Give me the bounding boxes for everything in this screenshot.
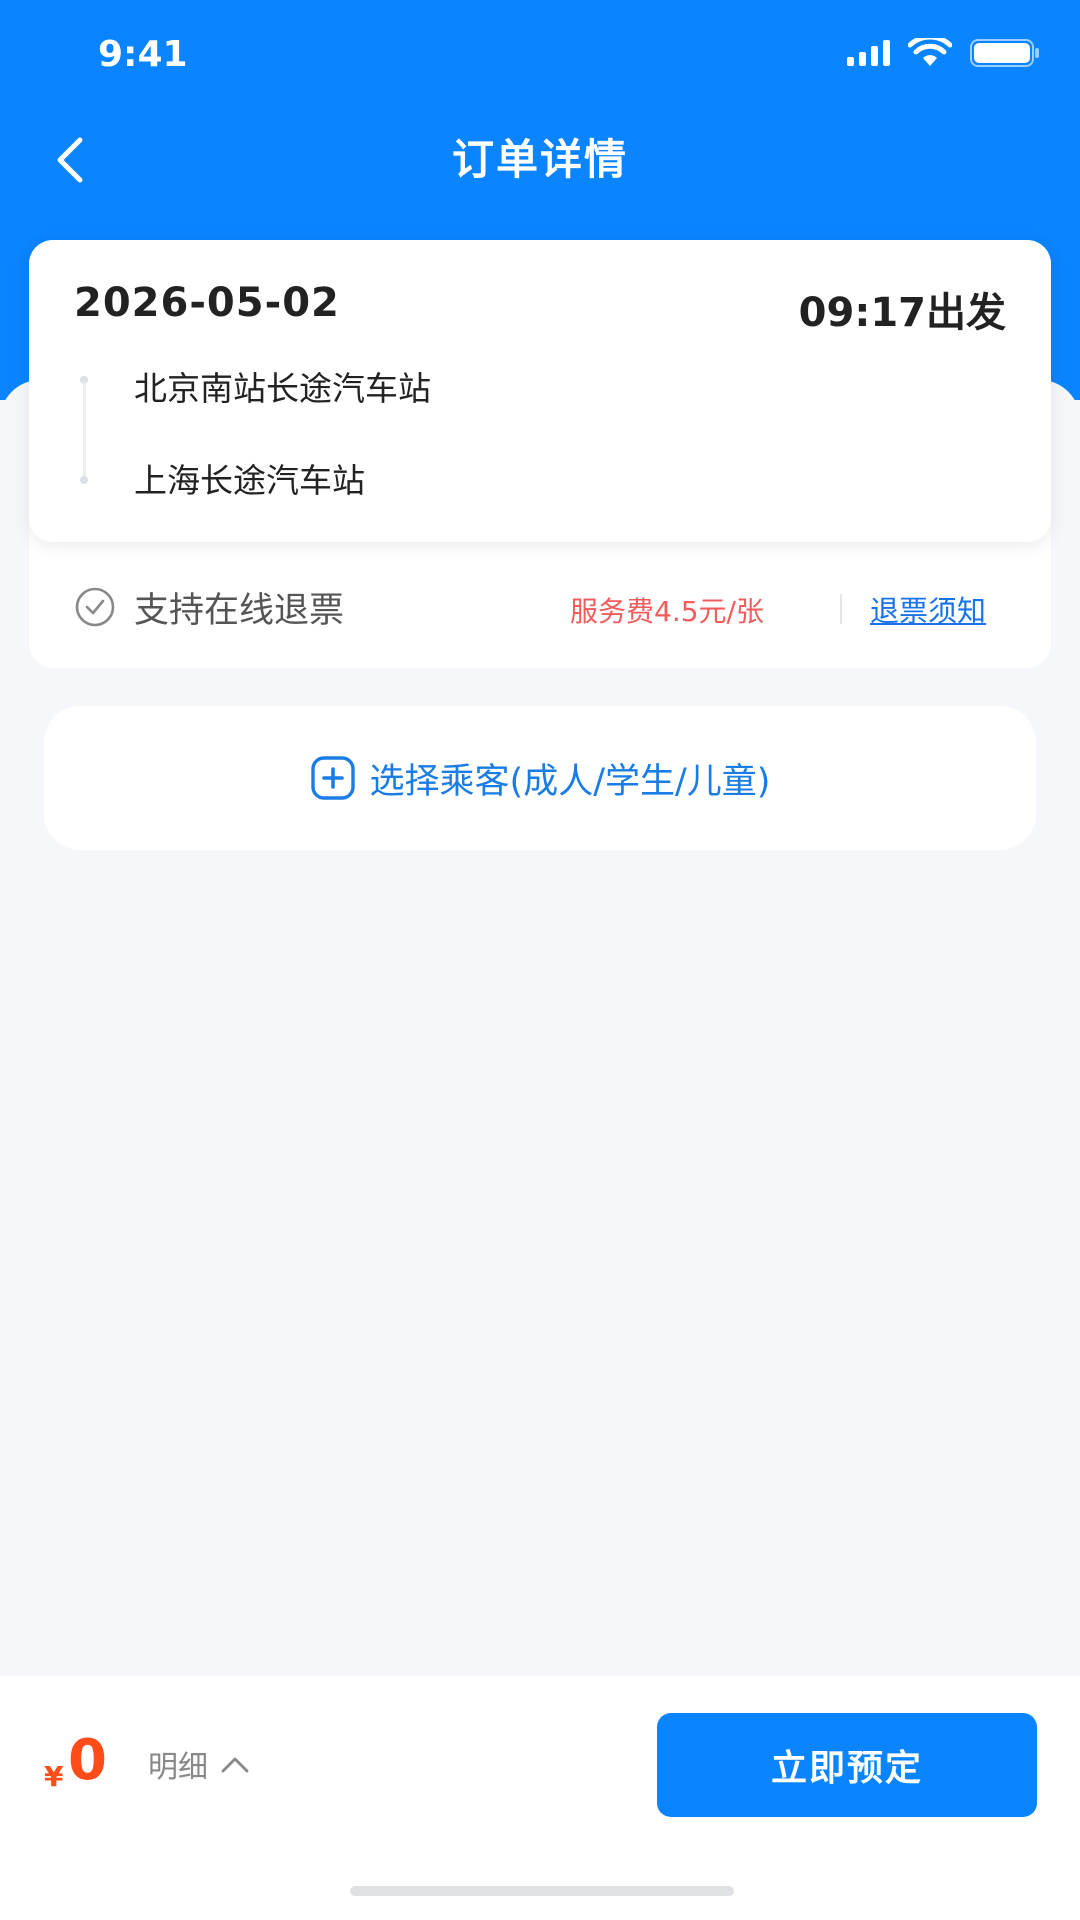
status-time: 9:41 — [98, 34, 188, 75]
detail-label: 明细 — [148, 1750, 208, 1785]
status-icons — [847, 38, 1040, 68]
arrival-station: 上海长途汽车站 — [134, 461, 365, 500]
home-indicator — [350, 1886, 734, 1896]
refund-row: 支持在线退票 服务费4.5元/张 退票须知 — [29, 542, 1051, 668]
status-bar: 9:41 — [0, 0, 1080, 110]
refund-support-text: 支持在线退票 — [134, 591, 345, 631]
order-detail-screen: 9:41 订单详情 2026-05-02 09:17出发 北京南站长途汽车站 上… — [0, 0, 1080, 1920]
departure-station: 北京南站长途汽车站 — [134, 369, 431, 408]
signal-icon — [847, 40, 890, 66]
nav-bar: 订单详情 — [0, 110, 1080, 210]
departure-time: 09:17出发 — [798, 290, 1006, 336]
select-passenger-button[interactable]: 选择乘客(成人/学生/儿童) — [44, 706, 1036, 850]
back-button[interactable] — [40, 130, 100, 190]
route-line — [80, 376, 88, 486]
refund-notice-link[interactable]: 退票须知 — [870, 588, 986, 630]
price-detail-toggle[interactable]: 明细 — [148, 1742, 250, 1786]
trip-card: 2026-05-02 09:17出发 北京南站长途汽车站 上海长途汽车站 支持在… — [29, 240, 1051, 668]
price-currency: ¥ — [44, 1760, 64, 1793]
check-circle-icon — [75, 587, 115, 627]
wifi-icon — [908, 38, 952, 66]
chevron-left-icon — [57, 137, 83, 183]
battery-icon — [970, 39, 1039, 67]
service-fee-text: 服务费4.5元/张 — [570, 595, 764, 628]
trip-date: 2026-05-02 — [74, 280, 340, 326]
select-passenger-label: 选择乘客(成人/学生/儿童) — [369, 761, 771, 802]
total-price: 0 — [68, 1728, 107, 1793]
chevron-up-icon — [221, 1757, 249, 1773]
trip-info: 2026-05-02 09:17出发 北京南站长途汽车站 上海长途汽车站 — [29, 240, 1051, 542]
bottom-bar: ¥ 0 明细 立即预定 — [0, 1676, 1080, 1920]
divider — [840, 594, 842, 624]
book-now-button[interactable]: 立即预定 — [657, 1713, 1037, 1817]
plus-square-icon — [310, 756, 355, 800]
page-title: 订单详情 — [451, 135, 628, 184]
